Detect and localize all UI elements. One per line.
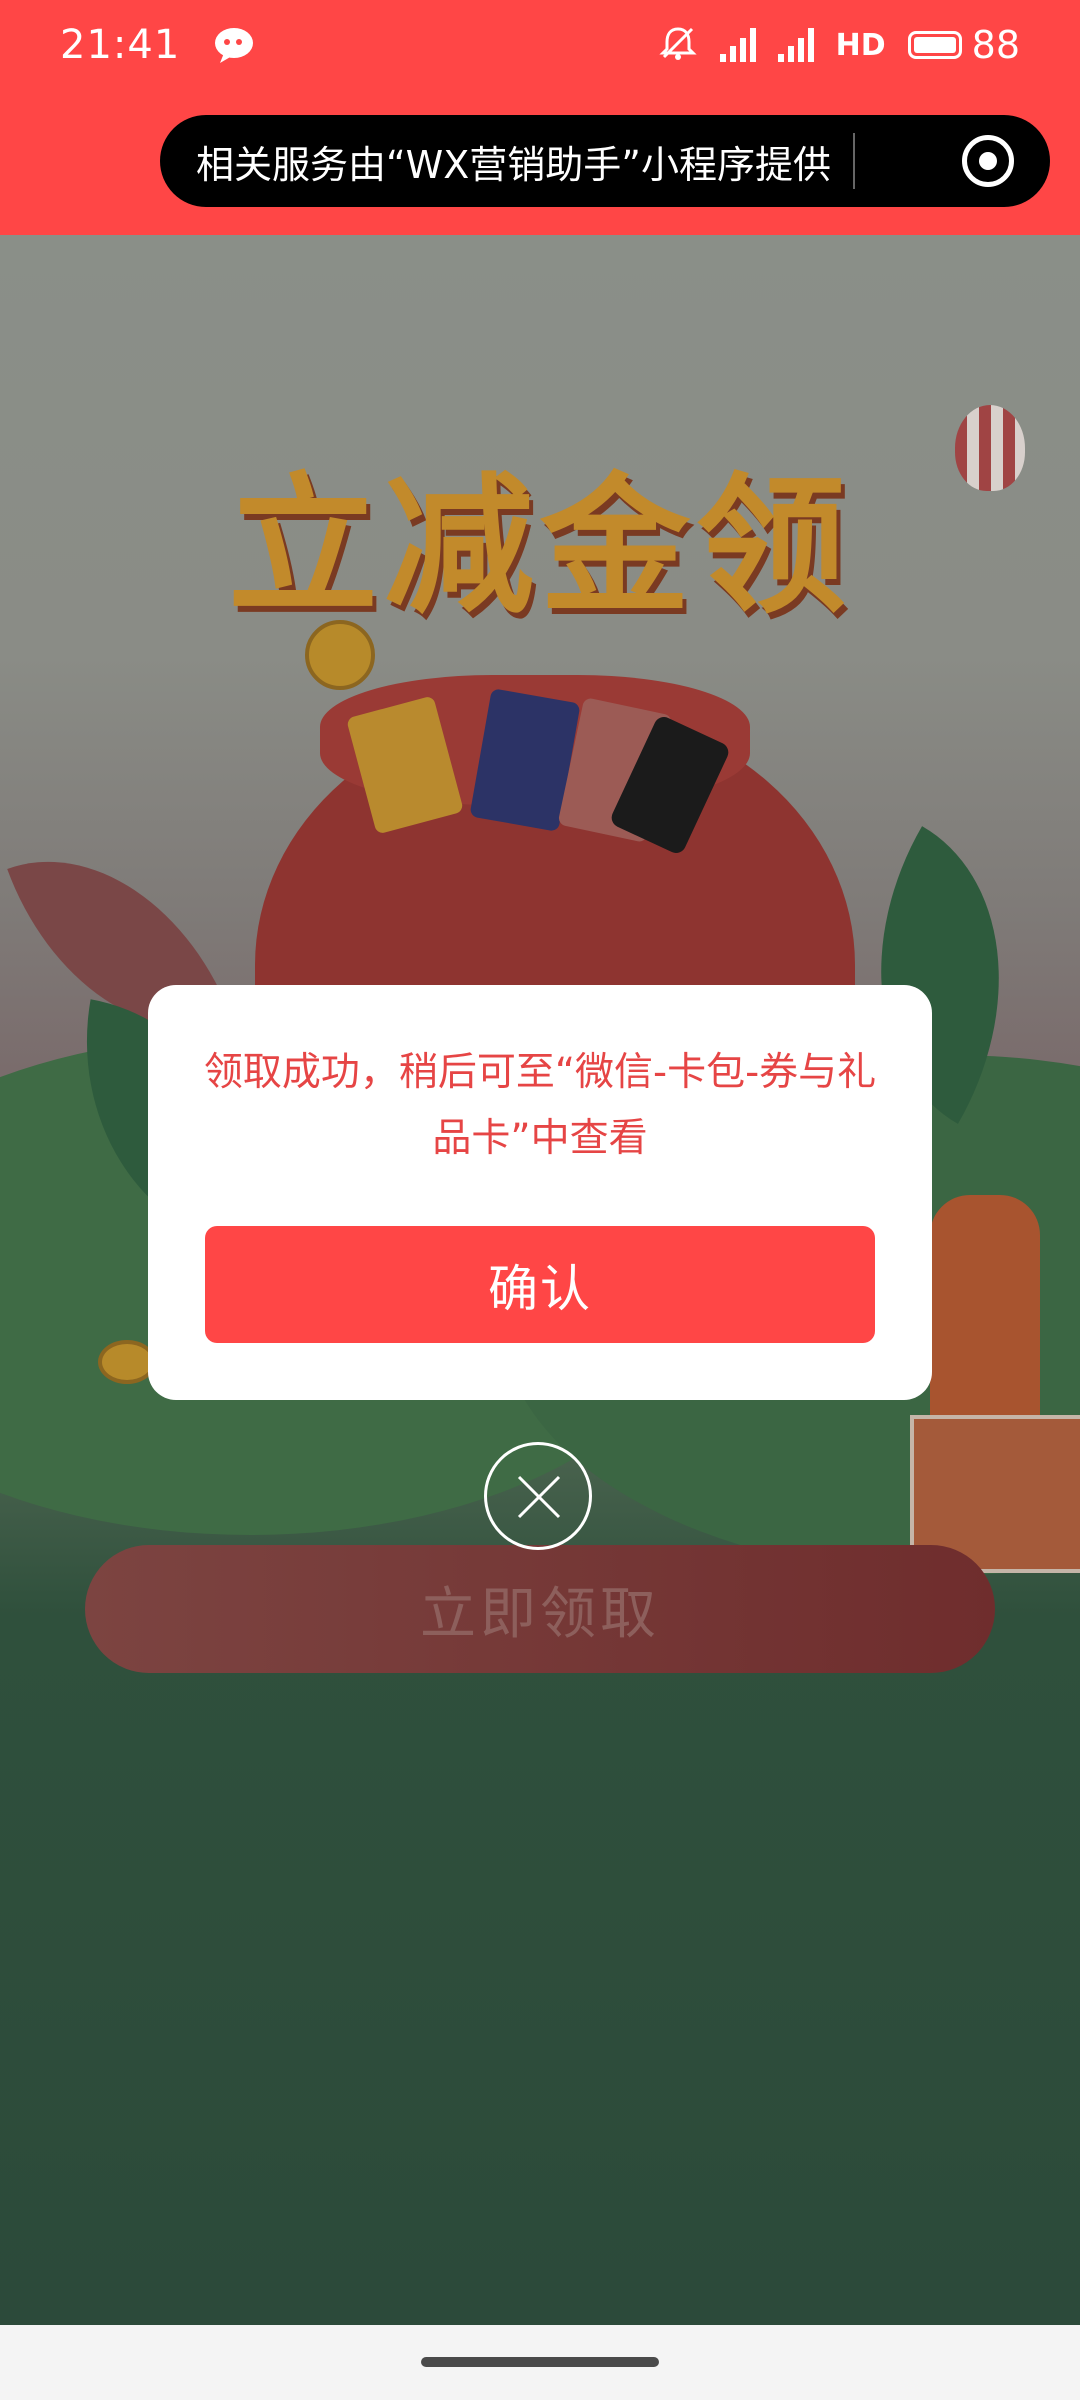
close-icon — [517, 1475, 561, 1519]
home-indicator[interactable] — [421, 2357, 659, 2367]
navigation-bar — [0, 2325, 1080, 2400]
confirm-button[interactable]: 确认 — [205, 1226, 875, 1343]
success-message: 领取成功，稍后可至“微信-卡包-券与礼品卡”中查看 — [203, 1050, 877, 1161]
success-dialog: 领取成功，稍后可至“微信-卡包-券与礼品卡”中查看 确认 — [148, 985, 932, 1400]
close-dialog-button[interactable] — [484, 1442, 592, 1550]
